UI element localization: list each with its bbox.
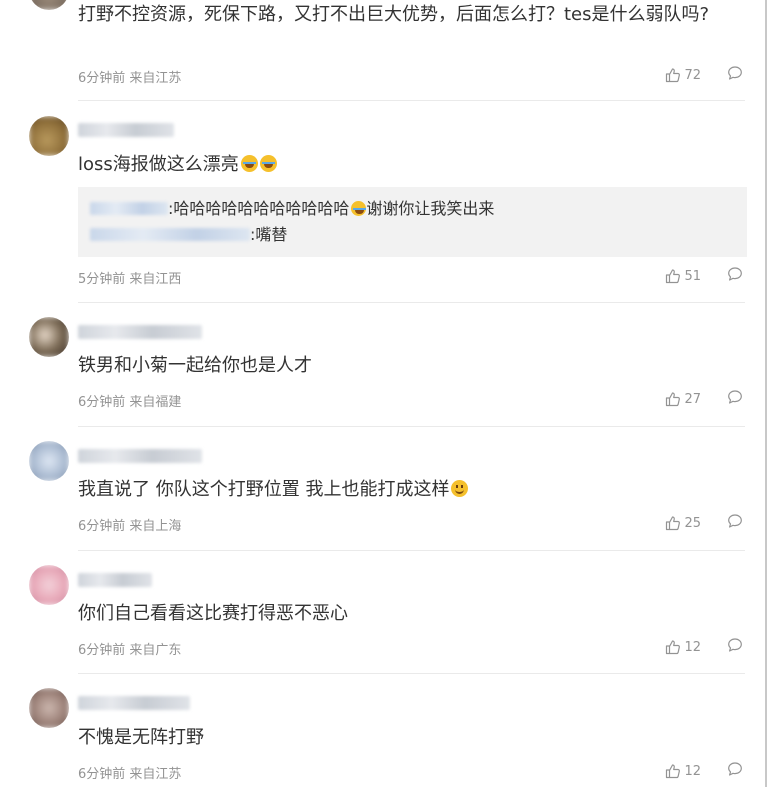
laugh-cry-emoji-icon: [259, 155, 277, 172]
comment-button[interactable]: [727, 389, 743, 409]
comment-text: 你们自己看看这比赛打得恶不恶心: [78, 603, 348, 624]
thumbs-up-icon: [666, 392, 681, 407]
reply-item: :嘴替: [90, 222, 747, 248]
comment-time: 6分钟前: [78, 395, 126, 410]
comment-button[interactable]: [727, 513, 743, 533]
comment-location: 来自江西: [129, 272, 182, 287]
comment-meta: 6分钟前 来自江苏: [78, 763, 181, 782]
comment-text-content: loss海报做这么漂亮: [78, 154, 239, 175]
like-count: 72: [684, 67, 701, 83]
like-button[interactable]: 25: [665, 515, 701, 531]
smile-emoji-icon: [451, 480, 469, 497]
like-count: 12: [684, 639, 701, 655]
reply-preview[interactable]: :哈哈哈哈哈哈哈哈哈哈哈 谢谢你让我笑出来 :嘴替: [78, 187, 747, 257]
comment-bubble-icon: [728, 267, 742, 281]
reply-item: :哈哈哈哈哈哈哈哈哈哈哈 谢谢你让我笑出来: [90, 196, 747, 222]
comment-bubble-icon: [728, 762, 742, 776]
like-button[interactable]: 51: [665, 268, 701, 284]
comment-bubble-icon: [728, 514, 742, 528]
comment-meta: 6分钟前 来自福建: [78, 391, 181, 410]
like-count: 51: [684, 268, 701, 284]
comment-location: 来自福建: [129, 395, 182, 410]
thumbs-up-icon: [666, 640, 681, 655]
comment-meta: 5分钟前 来自江西: [78, 268, 181, 287]
reply-text: :哈哈哈哈哈哈哈哈哈哈哈: [168, 199, 350, 218]
comment-bubble-icon: [728, 390, 742, 404]
laugh-cry-emoji-icon: [240, 155, 258, 172]
like-button[interactable]: 12: [665, 639, 701, 655]
comment-item: 不愧是无阵打野 6分钟前 来自江苏 12: [0, 674, 767, 787]
comment-text: 不愧是无阵打野: [78, 727, 204, 748]
like-count: 27: [684, 391, 701, 407]
comment-item: 我直说了 你队这个打野位置 我上也能打成这样 6分钟前 来自上海 25: [0, 427, 767, 551]
comment-meta: 6分钟前 来自上海: [78, 515, 181, 534]
comment-actions: 25: [665, 514, 743, 532]
comment-button[interactable]: [727, 266, 743, 286]
comment-time: 6分钟前: [78, 71, 126, 86]
avatar[interactable]: [29, 0, 69, 10]
comment-item: loss海报做这么漂亮 :哈哈哈哈哈哈哈哈哈哈哈 谢谢你让我笑出来 :嘴替 5分钟…: [0, 101, 767, 303]
comment-button[interactable]: [727, 761, 743, 781]
comment-meta: 6分钟前 来自广东: [78, 639, 181, 658]
comment-item: 铁男和小菊一起给你也是人才 6分钟前 来自福建 27: [0, 303, 767, 427]
username[interactable]: [78, 573, 152, 587]
like-button[interactable]: 12: [665, 763, 701, 779]
like-button[interactable]: 72: [665, 67, 701, 83]
comment-item: 你们自己看看这比赛打得恶不恶心 6分钟前 来自广东 12: [0, 551, 767, 674]
comment-time: 6分钟前: [78, 767, 126, 782]
comment-bubble-icon: [728, 638, 742, 652]
avatar[interactable]: [29, 565, 69, 605]
comment-text: loss海报做这么漂亮: [78, 151, 745, 178]
reply-text-suffix: 谢谢你让我笑出来: [366, 199, 495, 218]
comment-text: 我直说了 你队这个打野位置 我上也能打成这样: [78, 476, 745, 503]
comment-text: 打野不控资源，死保下路，又打不出巨大优势，后面怎么打？tes是什么弱队吗?: [78, 4, 710, 25]
comment-time: 6分钟前: [78, 643, 126, 658]
avatar[interactable]: [29, 441, 69, 481]
like-button[interactable]: 27: [665, 391, 701, 407]
reply-username[interactable]: [90, 202, 168, 215]
username[interactable]: [78, 123, 174, 137]
comment-time: 6分钟前: [78, 519, 126, 534]
comment-location: 来自广东: [129, 643, 182, 658]
username[interactable]: [78, 449, 202, 463]
comment-actions: 72: [665, 66, 743, 84]
thumbs-up-icon: [666, 764, 681, 779]
username[interactable]: [78, 325, 202, 339]
comment-location: 来自上海: [129, 519, 182, 534]
comment-button[interactable]: [727, 637, 743, 657]
laugh-cry-emoji-icon: [351, 201, 367, 216]
thumbs-up-icon: [666, 516, 681, 531]
comment-actions: 51: [665, 267, 743, 285]
thumbs-up-icon: [666, 68, 681, 83]
comment-item: 打野不控资源，死保下路，又打不出巨大优势，后面怎么打？tes是什么弱队吗? 6分…: [0, 0, 767, 101]
avatar[interactable]: [29, 317, 69, 357]
comment-meta: 6分钟前 来自江苏: [78, 67, 181, 86]
comment-text: 铁男和小菊一起给你也是人才: [78, 355, 312, 376]
comment-location: 来自江苏: [129, 767, 182, 782]
reply-text: :嘴替: [250, 225, 288, 244]
comment-time: 5分钟前: [78, 272, 126, 287]
reply-username[interactable]: [90, 228, 250, 241]
comment-actions: 12: [665, 762, 743, 780]
thumbs-up-icon: [666, 269, 681, 284]
avatar[interactable]: [29, 116, 69, 156]
username[interactable]: [78, 696, 190, 710]
avatar[interactable]: [29, 688, 69, 728]
comment-button[interactable]: [727, 65, 743, 85]
like-count: 25: [684, 515, 701, 531]
comment-text-content: 我直说了 你队这个打野位置 我上也能打成这样: [78, 479, 450, 500]
comment-actions: 27: [665, 390, 743, 408]
comment-location: 来自江苏: [129, 71, 182, 86]
comment-actions: 12: [665, 638, 743, 656]
comment-bubble-icon: [728, 66, 742, 80]
like-count: 12: [684, 763, 701, 779]
